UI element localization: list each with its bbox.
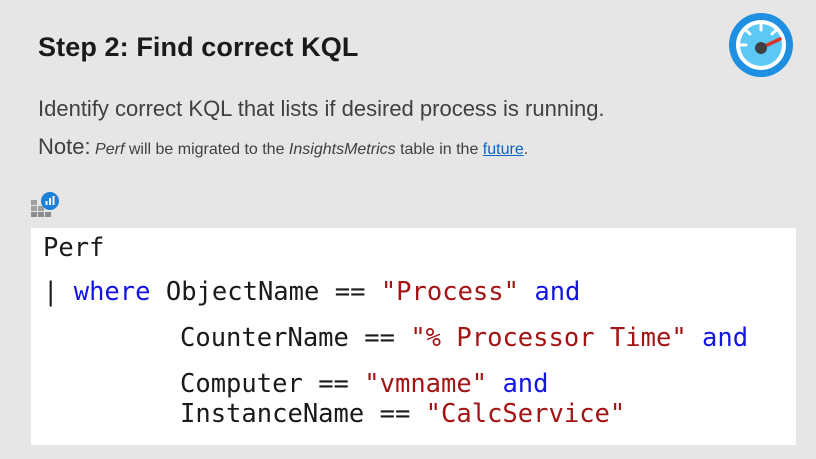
- code-string: "Process": [380, 277, 519, 307]
- kql-code-block: Perf | where ObjectName == "Process" and…: [31, 228, 796, 445]
- code-keyword-and: and: [534, 277, 581, 307]
- code-operator: ==: [364, 323, 395, 353]
- code-string: "CalcService": [425, 399, 626, 429]
- migration-note: Note: Perf will be migrated to the Insig…: [38, 134, 528, 160]
- code-operator: ==: [334, 277, 366, 307]
- note-text-2: table in the: [395, 141, 483, 158]
- code-keyword-and: and: [702, 323, 749, 353]
- code-line-3: CounterName == "% Processor Time" and: [180, 322, 748, 354]
- note-label: Note:: [38, 134, 91, 159]
- code-keyword-and: and: [502, 369, 549, 399]
- code-string: "% Processor Time": [410, 323, 687, 353]
- page-title: Step 2: Find correct KQL: [38, 32, 359, 62]
- code-string: "vmname": [364, 369, 488, 399]
- code-operator: ==: [318, 369, 349, 399]
- note-insightsmetrics: InsightsMetrics: [288, 141, 396, 158]
- code-line-2: | where ObjectName == "Process" and: [43, 276, 580, 308]
- code-field: ObjectName: [165, 277, 320, 307]
- code-line-5: InstanceName == "CalcService": [180, 398, 625, 430]
- note-text-1: will be migrated to the: [124, 141, 289, 158]
- note-perf: Perf: [95, 141, 125, 158]
- code-operator: ==: [379, 399, 411, 429]
- code-keyword-where: where: [73, 277, 151, 307]
- future-link[interactable]: future: [483, 141, 524, 158]
- code-field: InstanceName: [180, 399, 365, 429]
- code-line-4: Computer == "vmname" and: [180, 368, 549, 400]
- kusto-query-icon: [31, 192, 59, 217]
- gauge-icon: [729, 13, 793, 77]
- code-field: CounterName: [180, 323, 349, 353]
- code-table: Perf: [43, 233, 105, 263]
- code-pipe: |: [43, 277, 59, 307]
- note-text-3: .: [523, 141, 529, 158]
- code-line-1: Perf: [43, 232, 104, 264]
- description-text: Identify correct KQL that lists if desir…: [38, 96, 605, 121]
- code-field: Computer: [180, 369, 303, 399]
